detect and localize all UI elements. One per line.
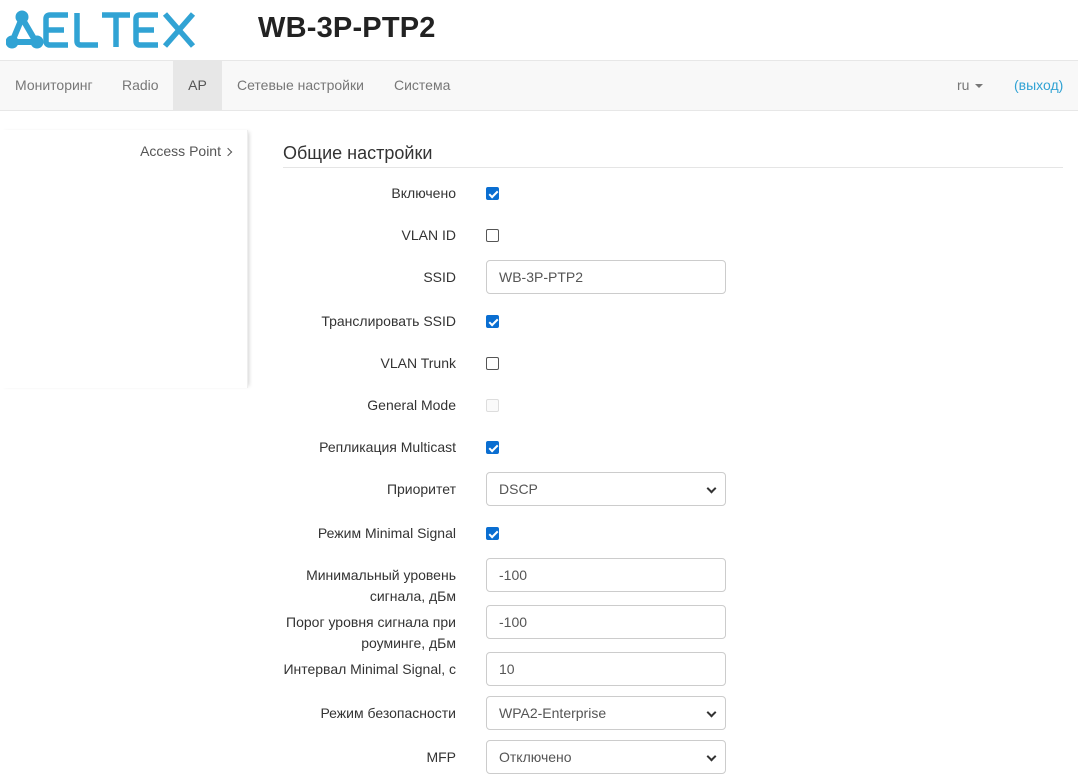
security-mode-label: Режим безопасности: [320, 705, 456, 721]
minimal-signal-mode-label: Режим Minimal Signal: [317, 525, 456, 541]
multicast-replication-checkbox[interactable]: [486, 441, 499, 454]
sidebar-item-label: Access Point: [140, 143, 221, 159]
chevron-down-icon: [706, 483, 717, 494]
minimal-signal-mode-checkbox[interactable]: [486, 527, 499, 540]
broadcast-ssid-label: Транслировать SSID: [321, 313, 456, 329]
general-mode-checkbox: [486, 399, 499, 412]
chevron-down-icon: [706, 751, 717, 762]
section-title: Общие настройки: [283, 143, 433, 163]
security-mode-select[interactable]: WPA2-Enterprise: [486, 696, 726, 730]
mfp-select[interactable]: Отключено: [486, 740, 726, 774]
min-signal-level-label: Минимальный уровень сигнала, дБм: [306, 565, 456, 607]
roaming-threshold-label: Порог уровня сигнала при роуминге, дБм: [286, 612, 456, 654]
caret-down-icon: [975, 84, 984, 89]
language-value: ru: [957, 77, 970, 93]
multicast-replication-label: Репликация Multicast: [319, 439, 456, 455]
minimal-signal-interval-input[interactable]: 10: [486, 652, 726, 686]
logout-link[interactable]: (выход): [1014, 61, 1063, 110]
ssid-label: SSID: [423, 269, 456, 285]
language-dropdown[interactable]: ru: [957, 61, 984, 110]
nav-radio[interactable]: Radio: [107, 61, 174, 110]
priority-value: DSCP: [499, 481, 538, 497]
broadcast-ssid-checkbox[interactable]: [486, 315, 499, 328]
chevron-right-icon: [223, 147, 233, 157]
ssid-input[interactable]: WB-3P-PTP2: [486, 260, 726, 294]
nav-monitoring[interactable]: Мониторинг: [0, 61, 108, 110]
vlan-id-checkbox[interactable]: [486, 229, 499, 242]
nav-ap[interactable]: AP: [173, 61, 222, 110]
enabled-label: Включено: [391, 185, 456, 201]
priority-select[interactable]: DSCP: [486, 472, 726, 506]
device-title: WB-3P-PTP2: [258, 12, 436, 44]
section-divider: [283, 167, 1063, 168]
nav-system[interactable]: Система: [379, 61, 465, 110]
main-navbar: Мониторинг Radio AP Сетевые настройки Си…: [0, 60, 1078, 111]
min-signal-level-input[interactable]: -100: [486, 558, 726, 592]
nav-network-settings[interactable]: Сетевые настройки: [222, 61, 379, 110]
vlan-trunk-label: VLAN Trunk: [380, 355, 456, 371]
roaming-threshold-label-line1: Порог уровня сигнала при: [286, 614, 456, 630]
min-signal-level-label-line2: сигнала, дБм: [369, 588, 456, 604]
header: WB-3P-PTP2: [0, 0, 1078, 60]
mfp-value: Отключено: [499, 749, 572, 765]
eltex-logo: [6, 10, 196, 49]
security-mode-value: WPA2-Enterprise: [499, 705, 607, 721]
chevron-down-icon: [706, 707, 717, 718]
vlan-trunk-checkbox[interactable]: [486, 357, 499, 370]
priority-label: Приоритет: [386, 481, 456, 497]
roaming-threshold-label-line2: роуминге, дБм: [361, 635, 456, 651]
sidebar-item-access-point[interactable]: Access Point: [140, 143, 233, 159]
roaming-threshold-input[interactable]: -100: [486, 605, 726, 639]
min-signal-level-label-line1: Минимальный уровень: [306, 567, 456, 583]
general-mode-label: General Mode: [367, 397, 456, 413]
enabled-checkbox[interactable]: [486, 187, 499, 200]
minimal-signal-interval-label: Интервал Minimal Signal, с: [283, 661, 456, 677]
sidebar: Access Point: [0, 130, 248, 388]
vlan-id-label: VLAN ID: [401, 227, 456, 243]
mfp-label: MFP: [426, 749, 456, 765]
